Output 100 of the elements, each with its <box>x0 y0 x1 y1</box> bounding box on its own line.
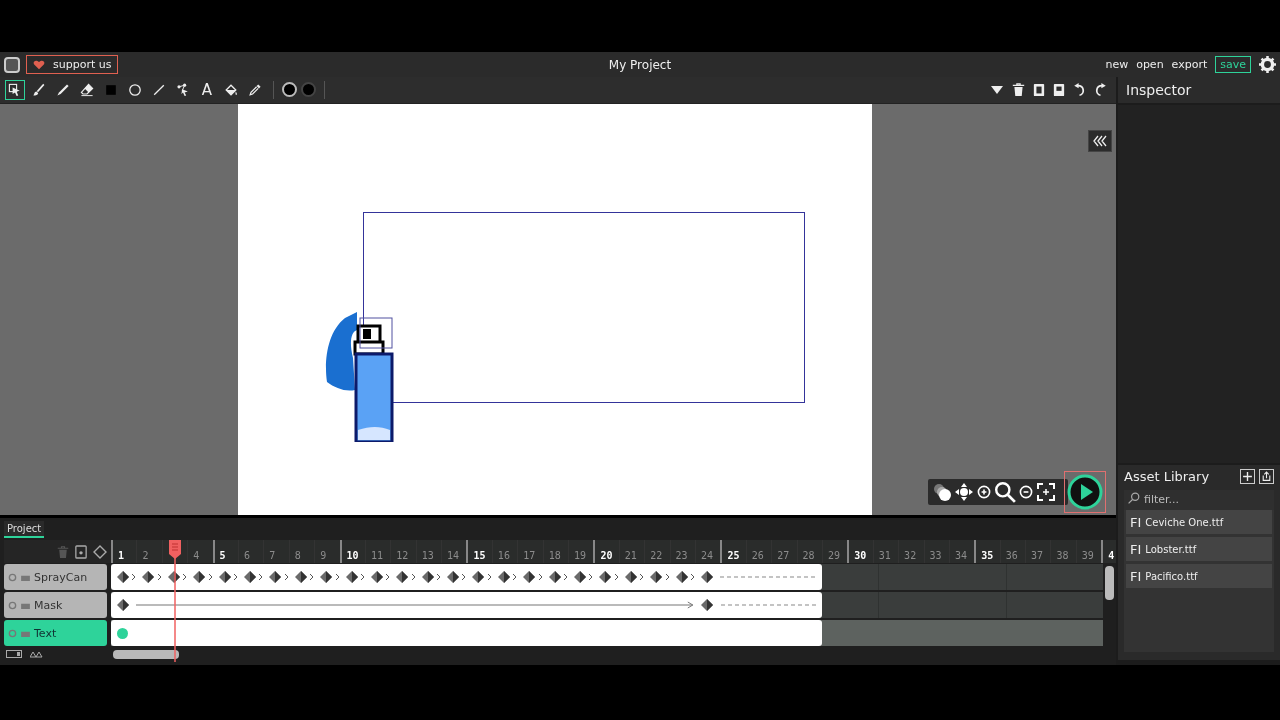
search-icon <box>1128 492 1140 504</box>
frame-number: 20 <box>600 550 613 561</box>
frame-number: 38 <box>1056 550 1069 561</box>
paste-icon <box>1053 82 1065 97</box>
keyframe-icon <box>472 571 485 583</box>
frame-number: 4 <box>1108 550 1115 561</box>
frame-number: 24 <box>701 550 714 561</box>
chevron-icon <box>156 573 162 581</box>
frame-number: 11 <box>370 550 383 561</box>
add-keyframe-icon <box>93 544 107 559</box>
zoom-in-button[interactable] <box>976 484 992 500</box>
add-asset-button[interactable] <box>1240 469 1255 484</box>
pan-button[interactable] <box>954 482 974 502</box>
keyframe-icon <box>675 571 688 583</box>
keyframe-icon <box>523 571 536 583</box>
layer-button[interactable]: SprayCan <box>4 564 107 590</box>
stroke-color-swatch[interactable] <box>282 82 297 98</box>
keyframe-icon <box>218 571 231 583</box>
keyframe-icon <box>320 571 333 583</box>
path-icon <box>175 81 191 98</box>
keyframe-icon <box>701 571 713 583</box>
frame-number: 34 <box>954 550 967 561</box>
visibility-icon <box>8 572 17 582</box>
asset-item[interactable]: FI Pacifico.ttf <box>1126 564 1272 588</box>
chevron-icon <box>664 573 670 581</box>
collapse-panel-button[interactable] <box>1088 129 1112 152</box>
keyframe-icon <box>167 571 180 583</box>
fill-color-swatch[interactable] <box>301 82 316 98</box>
frame-number: 17 <box>523 550 536 561</box>
select-tool[interactable] <box>5 79 25 100</box>
playhead[interactable] <box>168 540 181 662</box>
frame-number: 28 <box>802 550 815 561</box>
keyframe-icon <box>117 599 129 611</box>
chevron-icon <box>639 573 645 581</box>
frame-number: 37 <box>1031 550 1044 561</box>
frame-number: 25 <box>727 550 740 561</box>
frame-number: 39 <box>1081 550 1094 561</box>
layer-button[interactable]: Mask <box>4 592 107 618</box>
text-tool[interactable]: A <box>197 79 217 100</box>
zoom-button[interactable] <box>994 481 1016 503</box>
onion-skin-icon <box>932 482 952 502</box>
timeline-view-icon <box>6 650 22 658</box>
search-icon <box>994 481 1016 503</box>
eraser-icon <box>79 81 95 98</box>
chevron-icon <box>232 573 238 581</box>
copy-icon <box>1033 82 1045 97</box>
scrollbar-thumb[interactable] <box>1105 566 1114 600</box>
chevron-icon <box>258 573 264 581</box>
timeline-ruler[interactable]: 1 2 4 5 6 7 8 9 10 11 12 13 14 15 16 17 18 19 20 21 22 23 24 25 26 27 28 29 30 31 32 33 34 35 36 37 38 39 4 <box>111 540 1116 563</box>
save-button[interactable]: save <box>1215 56 1251 73</box>
frame-number: 18 <box>548 550 561 561</box>
keyframe-icon <box>396 571 409 583</box>
filter-field[interactable]: filter... <box>1124 489 1274 510</box>
onion-skin-button[interactable] <box>932 482 952 502</box>
play-button[interactable] <box>1064 471 1106 513</box>
asset-item[interactable]: FI Ceviche One.ttf <box>1126 510 1272 534</box>
undo-icon <box>1073 82 1086 97</box>
frame-number: 23 <box>675 550 688 561</box>
layer-button[interactable]: Text <box>4 620 107 646</box>
app-menu-button[interactable] <box>4 56 20 73</box>
chevron-icon <box>131 573 137 581</box>
frame-number: 7 <box>269 550 276 561</box>
scrollbar-thumb[interactable] <box>113 649 179 659</box>
asset-item[interactable]: FI Lobster.ttf <box>1126 537 1272 561</box>
frame-number: 12 <box>396 550 409 561</box>
brush-icon <box>31 81 47 98</box>
keyframe-icon <box>574 571 587 583</box>
frame-number: 2 <box>142 550 149 561</box>
graph-view-icon <box>30 650 44 658</box>
keyframe-icon <box>447 571 460 583</box>
menu-link[interactable]: new <box>1105 58 1129 71</box>
fit-button[interactable] <box>1036 482 1056 502</box>
frame-number: 32 <box>904 550 917 561</box>
chevron-icon <box>512 573 518 581</box>
frame-number: 1 <box>118 550 125 561</box>
keyframe-icon <box>193 571 206 583</box>
menu-link[interactable]: open <box>1136 58 1164 71</box>
lock-icon <box>21 601 30 609</box>
project-tab[interactable]: Project <box>4 521 45 538</box>
zoom-in-icon <box>976 484 992 500</box>
panel-title: Asset Library <box>1124 469 1210 484</box>
frame-number: 26 <box>751 550 764 561</box>
play-icon <box>1067 474 1103 510</box>
import-button[interactable] <box>1259 469 1274 484</box>
zoom-out-button[interactable] <box>1018 484 1034 500</box>
keyframe-icon <box>497 571 510 583</box>
keyframe-icon <box>701 599 714 611</box>
frame-number: 22 <box>650 550 663 561</box>
frame-number: 13 <box>421 550 434 561</box>
keyframe-icon <box>548 571 561 583</box>
keyframe-icon <box>421 571 434 583</box>
support-button[interactable]: support us <box>26 55 119 74</box>
menu-link[interactable]: export <box>1171 58 1208 71</box>
keyframe-icon <box>345 571 358 583</box>
frame-number: 21 <box>624 550 637 561</box>
lock-icon <box>21 573 30 581</box>
frame-number: 30 <box>854 550 867 561</box>
chevron-icon <box>436 573 442 581</box>
chevron-icon <box>283 573 289 581</box>
frame-number: 35 <box>981 550 994 561</box>
